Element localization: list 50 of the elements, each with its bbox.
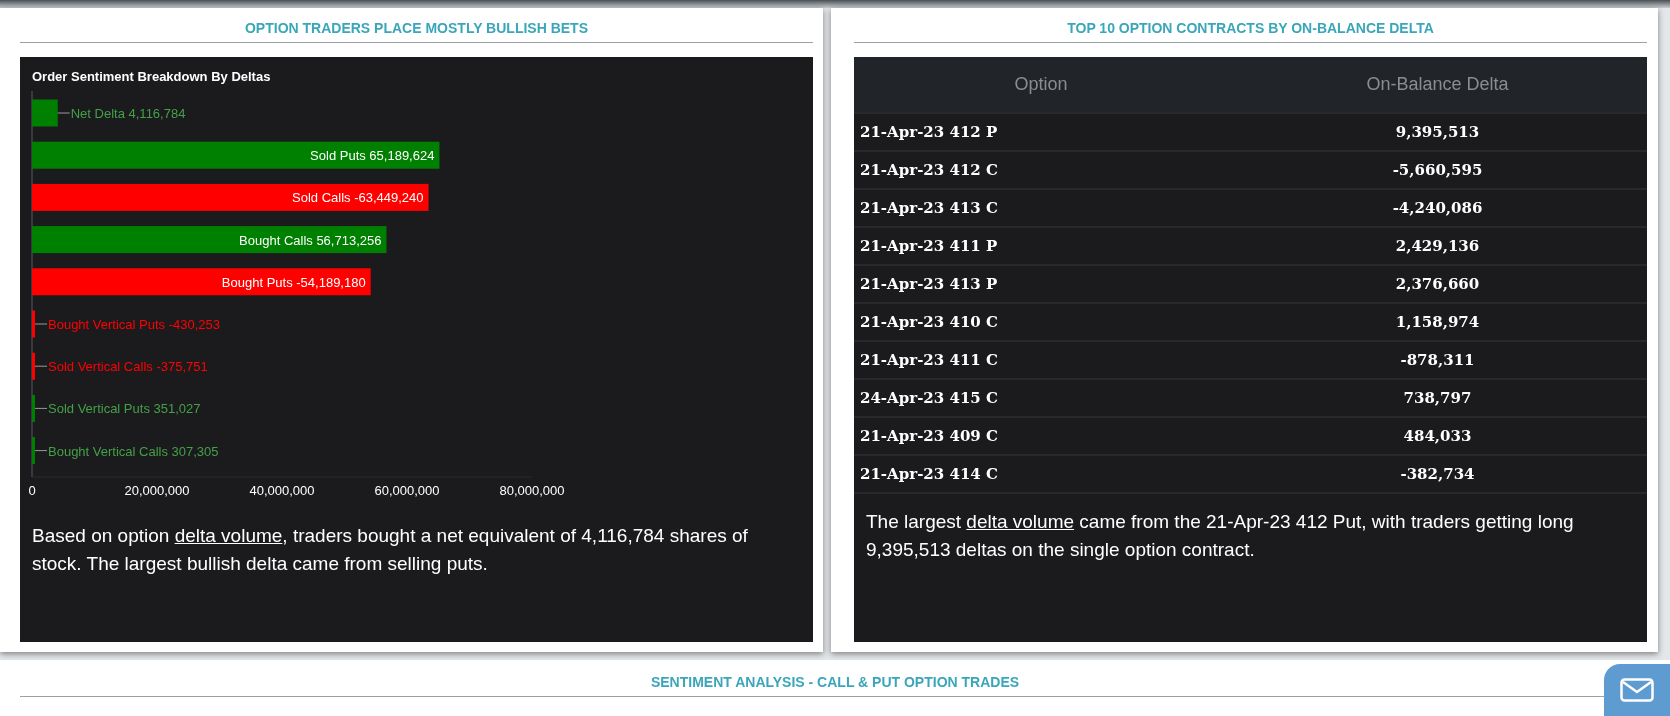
delta-volume-link[interactable]: delta volume [966, 511, 1075, 532]
summary-text: Based on option delta volume, traders bought a net equivalent of 4,116,784 shares of stock. The largest bullish delta came from selling puts. [32, 524, 749, 576]
table-cell: -4,240,086 [1228, 189, 1647, 227]
table-cell: 21-Apr-23 411 C [854, 341, 1228, 379]
table-cell: 1,158,974 [1228, 303, 1647, 341]
axis-tick-label: 40,000,000 [249, 483, 315, 498]
table-cell: 21-Apr-23 409 C [854, 417, 1228, 455]
card-title: OPTION TRADERS PLACE MOSTLY BULLISH BETS [20, 20, 813, 43]
column-header[interactable]: On-Balance Delta [1228, 57, 1647, 113]
axis-tick-label: 0 [28, 483, 36, 498]
table-cell: 2,376,660 [1228, 265, 1647, 303]
table-cell: -878,311 [1228, 341, 1647, 379]
table-cell: -382,734 [1228, 455, 1647, 493]
delta-volume-link[interactable]: delta volume [174, 525, 283, 546]
axis-tick-label: 60,000,000 [374, 483, 440, 498]
card-title: TOP 10 OPTION CONTRACTS BY ON-BALANCE DELTA [854, 20, 1647, 43]
bar-label: Bought Puts -54,189,180 [221, 274, 366, 290]
mail-button[interactable] [1604, 664, 1670, 716]
leader-line [34, 323, 48, 325]
bar-label: Bought Vertical Calls 307,305 [48, 443, 219, 459]
bar-label: Net Delta 4,116,784 [70, 106, 186, 121]
table-cell: 738,797 [1228, 379, 1647, 417]
bar-label: Bought Calls 56,713,256 [239, 232, 382, 248]
leader-line [34, 365, 48, 367]
table-cell: -5,660,595 [1228, 151, 1647, 189]
leader-line [34, 407, 48, 409]
leader-line [34, 450, 48, 452]
leader-line [57, 112, 71, 114]
table-cell: 21-Apr-23 412 C [854, 151, 1228, 189]
table-cell: 2,429,136 [1228, 227, 1647, 265]
bar-label: Sold Puts 65,189,624 [310, 148, 435, 164]
envelope-icon [1620, 678, 1654, 702]
table-cell: 21-Apr-23 410 C [854, 303, 1228, 341]
column-header[interactable]: Option [854, 57, 1228, 113]
bar-label: Sold Vertical Calls -375,751 [48, 359, 208, 375]
bar-label: Sold Calls -63,449,240 [292, 190, 424, 206]
table-cell: 21-Apr-23 413 C [854, 189, 1228, 227]
bar-label: Bought Vertical Puts -430,253 [48, 317, 220, 332]
bar-label: Sold Vertical Puts 351,027 [48, 401, 201, 417]
table-cell: 21-Apr-23 411 P [854, 227, 1228, 265]
table-cell: 21-Apr-23 412 P [854, 113, 1228, 151]
axis-tick-label: 20,000,000 [124, 483, 190, 498]
table-cell: 9,395,513 [1228, 113, 1647, 151]
chart-title: Order Sentiment Breakdown By Deltas [32, 69, 271, 84]
table-cell: 21-Apr-23 414 C [854, 455, 1228, 493]
table-cell: 484,033 [1228, 417, 1647, 455]
axis-tick-label: 80,000,000 [499, 483, 565, 498]
table-cell: 21-Apr-23 413 P [854, 265, 1228, 303]
summary-text: The largest delta volume came from the 21-Apr-23 412 Put, with traders getting long 9,395,513 deltas on the single option contract. [866, 510, 1575, 562]
table-cell: 24-Apr-23 415 C [854, 379, 1228, 417]
